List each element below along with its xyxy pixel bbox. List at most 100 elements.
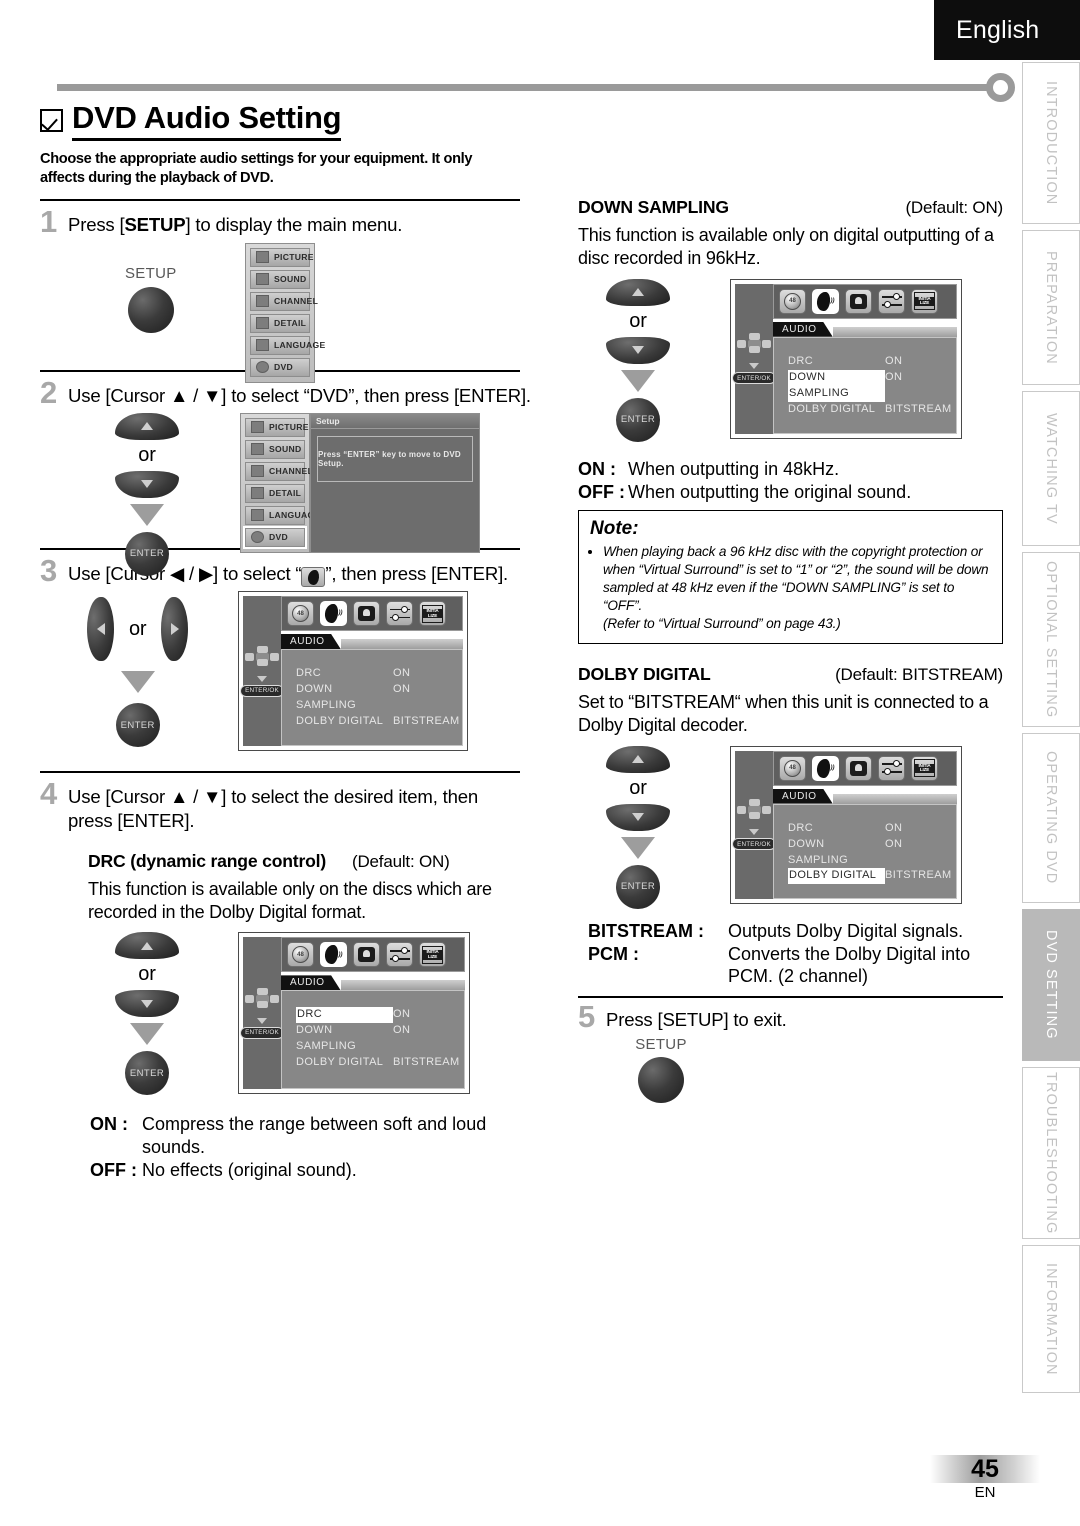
disc-48-icon[interactable]: 48 [779,288,806,314]
osd-audio-tab-row: AUDIO [281,634,463,650]
tv-setup-menu: PICTURE SOUND CHANNEL DETAIL LANGUAGE DV… [245,242,325,383]
tv-menu-item-dvd[interactable]: DVD [250,357,310,377]
osd-row-drc[interactable]: DRC ON [788,821,956,837]
cursor-up-button[interactable] [115,412,179,440]
flow-arrow-icon [120,671,155,694]
initialize-icon[interactable]: INITIA LIZE [419,942,446,968]
initialize-glyph: INITIA LIZE [914,292,935,311]
step-text: Use [Cursor ▲ / ▼] to select “DVD”, then… [68,384,531,406]
cursor-up-button[interactable] [115,932,179,960]
lock-parental-icon[interactable] [353,601,380,627]
disc-48-icon[interactable]: 48 [287,601,314,627]
tv-panel-title: Setup [311,413,479,429]
osd-row-down-sampling[interactable]: DOWN SAMPLING ON [788,837,956,869]
tv-menu-item-detail[interactable]: DETAIL [250,313,310,333]
tv-menu-item-dvd-selected[interactable]: DVD [243,525,307,549]
sidebar-tab-dvd-setting[interactable]: DVD SETTING [1022,909,1080,1061]
right-column: DOWN SAMPLING (Default: ON) This functio… [578,195,1003,1104]
tv-menu-item-label: DETAIL [269,488,302,499]
setup-button[interactable] [638,1057,684,1104]
tv-menu-item-picture[interactable]: PICTURE [250,247,314,267]
lock-parental-icon[interactable] [845,288,872,314]
sidebar-tab-operating-dvd[interactable]: OPERATING DVD [1022,733,1080,903]
cursor-up-button[interactable] [606,745,670,773]
speaker-audio-icon [301,567,326,588]
speaker-audio-icon[interactable]: )) [812,288,839,314]
lock-glyph [850,760,867,776]
speaker-audio-icon[interactable]: )) [320,942,347,968]
tv-menu-item-language[interactable]: LANGUAGE [250,335,325,355]
enter-button[interactable]: ENTER [125,1051,169,1096]
enter-ok-label: ENTER/OK [732,838,776,851]
sidebar-tab-troubleshooting[interactable]: TROUBLESHOOTING [1022,1067,1080,1239]
tv-menu-item-language[interactable]: LANGUAGE [245,505,320,525]
osd-row-down-sampling[interactable]: DOWN SAMPLING ON [296,682,462,714]
osd-row-drc[interactable]: DRC ON [296,666,462,682]
lock-parental-icon[interactable] [845,755,872,781]
speaker-audio-icon[interactable]: )) [812,755,839,781]
tv-menu-item-channel[interactable]: CHANNEL [245,461,313,481]
osd-row-down-sampling[interactable]: DOWN SAMPLING ON [296,1023,464,1055]
speaker-audio-icon[interactable]: )) [320,601,347,627]
initialize-icon[interactable]: INITIA LIZE [419,601,446,627]
tv-menu-item-sound[interactable]: SOUND [245,439,305,459]
osd-row-down-sampling-highlighted[interactable]: DOWN SAMPLING ON [788,369,956,402]
option-key: ON : [90,1114,128,1135]
tv-menu-item-picture[interactable]: PICTURE [245,417,309,437]
sidebar-tab-label: WATCHING TV [1043,412,1059,525]
sidebar-tab-preparation[interactable]: PREPARATION [1022,230,1080,385]
enter-button[interactable]: ENTER [616,397,660,442]
osd-row-drc-highlighted[interactable]: DRC ON [296,1007,464,1024]
step-5: 5 Press [SETUP] to exit. [578,999,1003,1035]
osd-row-dolby-digital[interactable]: DOLBY DIGITAL BITSTREAM [296,714,462,730]
cursor-down-button[interactable] [115,990,179,1018]
step-text: Press [SETUP] to display the main menu. [68,213,403,235]
dvd-disc-icon [251,531,264,544]
step-number: 5 [578,999,596,1035]
dpad-down-hint-icon [257,1017,267,1024]
osd-dpad-column: ENTER/OK [732,283,776,434]
sidebar-tab-information[interactable]: INFORMATION [1022,1245,1080,1393]
osd-row-dolby-digital[interactable]: DOLBY DIGITAL BITSTREAM [788,402,956,418]
cursor-down-button[interactable] [606,803,670,831]
sliders-others-icon[interactable] [878,755,905,781]
setup-button[interactable] [127,286,174,333]
enter-button[interactable]: ENTER [616,864,660,909]
initialize-glyph: INITIA LIZE [422,604,443,623]
setup-button-label: SETUP [125,264,177,282]
tv-menu-item-label: PICTURE [274,252,314,263]
sidebar-tab-introduction[interactable]: INTRODUCTION [1022,62,1080,224]
channel-icon [256,295,269,308]
lock-parental-icon[interactable] [353,942,380,968]
disc-48-icon[interactable]: 48 [287,942,314,968]
enter-button[interactable]: ENTER [125,531,169,576]
disc-48-icon[interactable]: 48 [779,755,806,781]
drc-options: ON : Compress the range between soft and… [90,1113,530,1182]
cursor-down-button[interactable] [115,470,179,498]
osd-row-key: DRC [296,667,322,680]
sliders-others-icon[interactable] [386,942,413,968]
enter-button[interactable]: ENTER [115,703,160,748]
initialize-icon[interactable]: INITIA LIZE [911,755,938,781]
cursor-updown-group: or ENTER [115,412,179,576]
sidebar-tab-watching-tv[interactable]: WATCHING TV [1022,391,1080,546]
sliders-others-icon[interactable] [386,601,413,627]
step-number: 2 [40,374,58,410]
cursor-up-button[interactable] [606,278,670,306]
cursor-left-button[interactable] [87,597,114,662]
osd-row-drc[interactable]: DRC ON [788,354,956,370]
initialize-icon[interactable]: INITIA LIZE [911,288,938,314]
osd-row-dolby-digital[interactable]: DOLBY DIGITAL BITSTREAM [296,1055,464,1071]
tv-menu-item-channel[interactable]: CHANNEL [250,291,318,311]
osd-row-value: BITSTREAM [393,714,460,727]
tv-menu-item-detail[interactable]: DETAIL [245,483,305,503]
section-body: This function is available only on digit… [578,225,994,269]
osd-content: 48 )) INITIA LIZE AUDIO DRC ON DOWN SAMPLI… [281,596,463,747]
cursor-right-button[interactable] [161,597,189,662]
cursor-down-button[interactable] [606,336,670,364]
tv-menu-item-sound[interactable]: SOUND [250,269,310,289]
sliders-others-icon[interactable] [878,288,905,314]
osd-row-dolby-digital-highlighted[interactable]: DOLBY DIGITAL BITSTREAM [788,868,956,885]
sidebar-tab-optional-setting[interactable]: OPTIONAL SETTING [1022,552,1080,727]
dpad-icon [737,333,771,359]
